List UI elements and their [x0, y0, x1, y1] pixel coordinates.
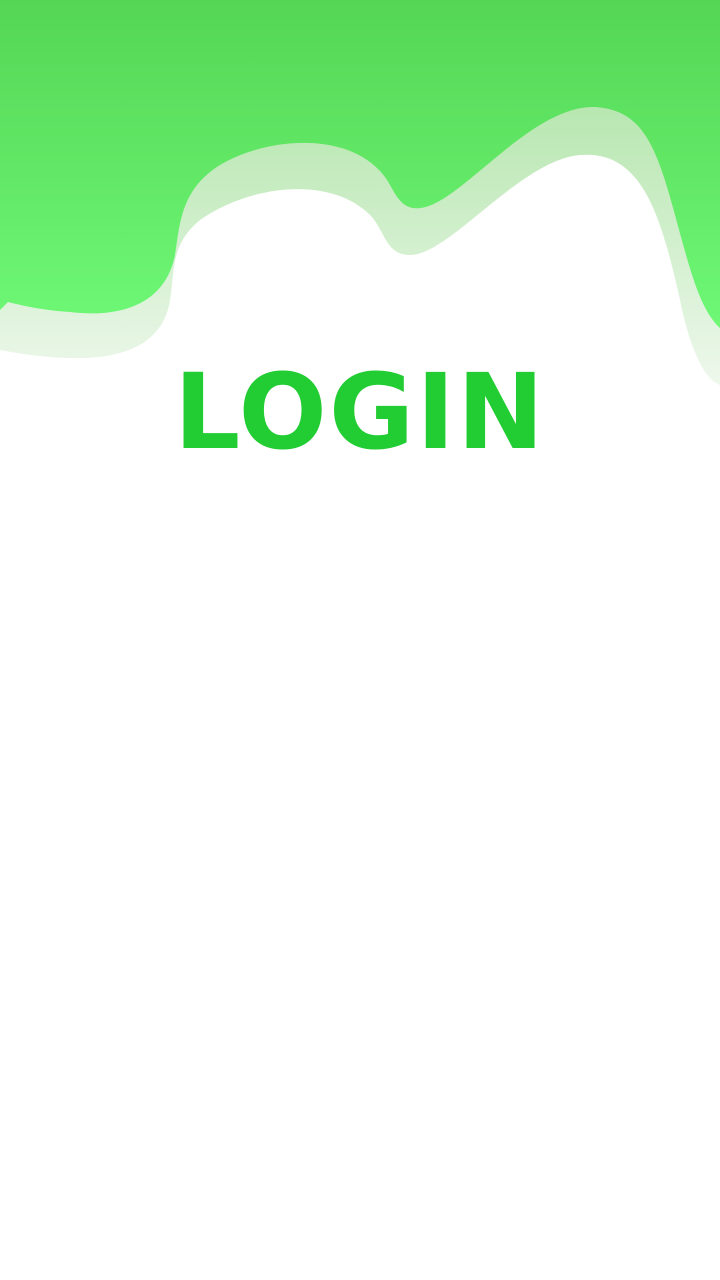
header-wave-decoration	[0, 0, 720, 385]
login-title: LOGIN	[173, 351, 547, 473]
login-screen: LOGIN	[0, 0, 720, 1280]
